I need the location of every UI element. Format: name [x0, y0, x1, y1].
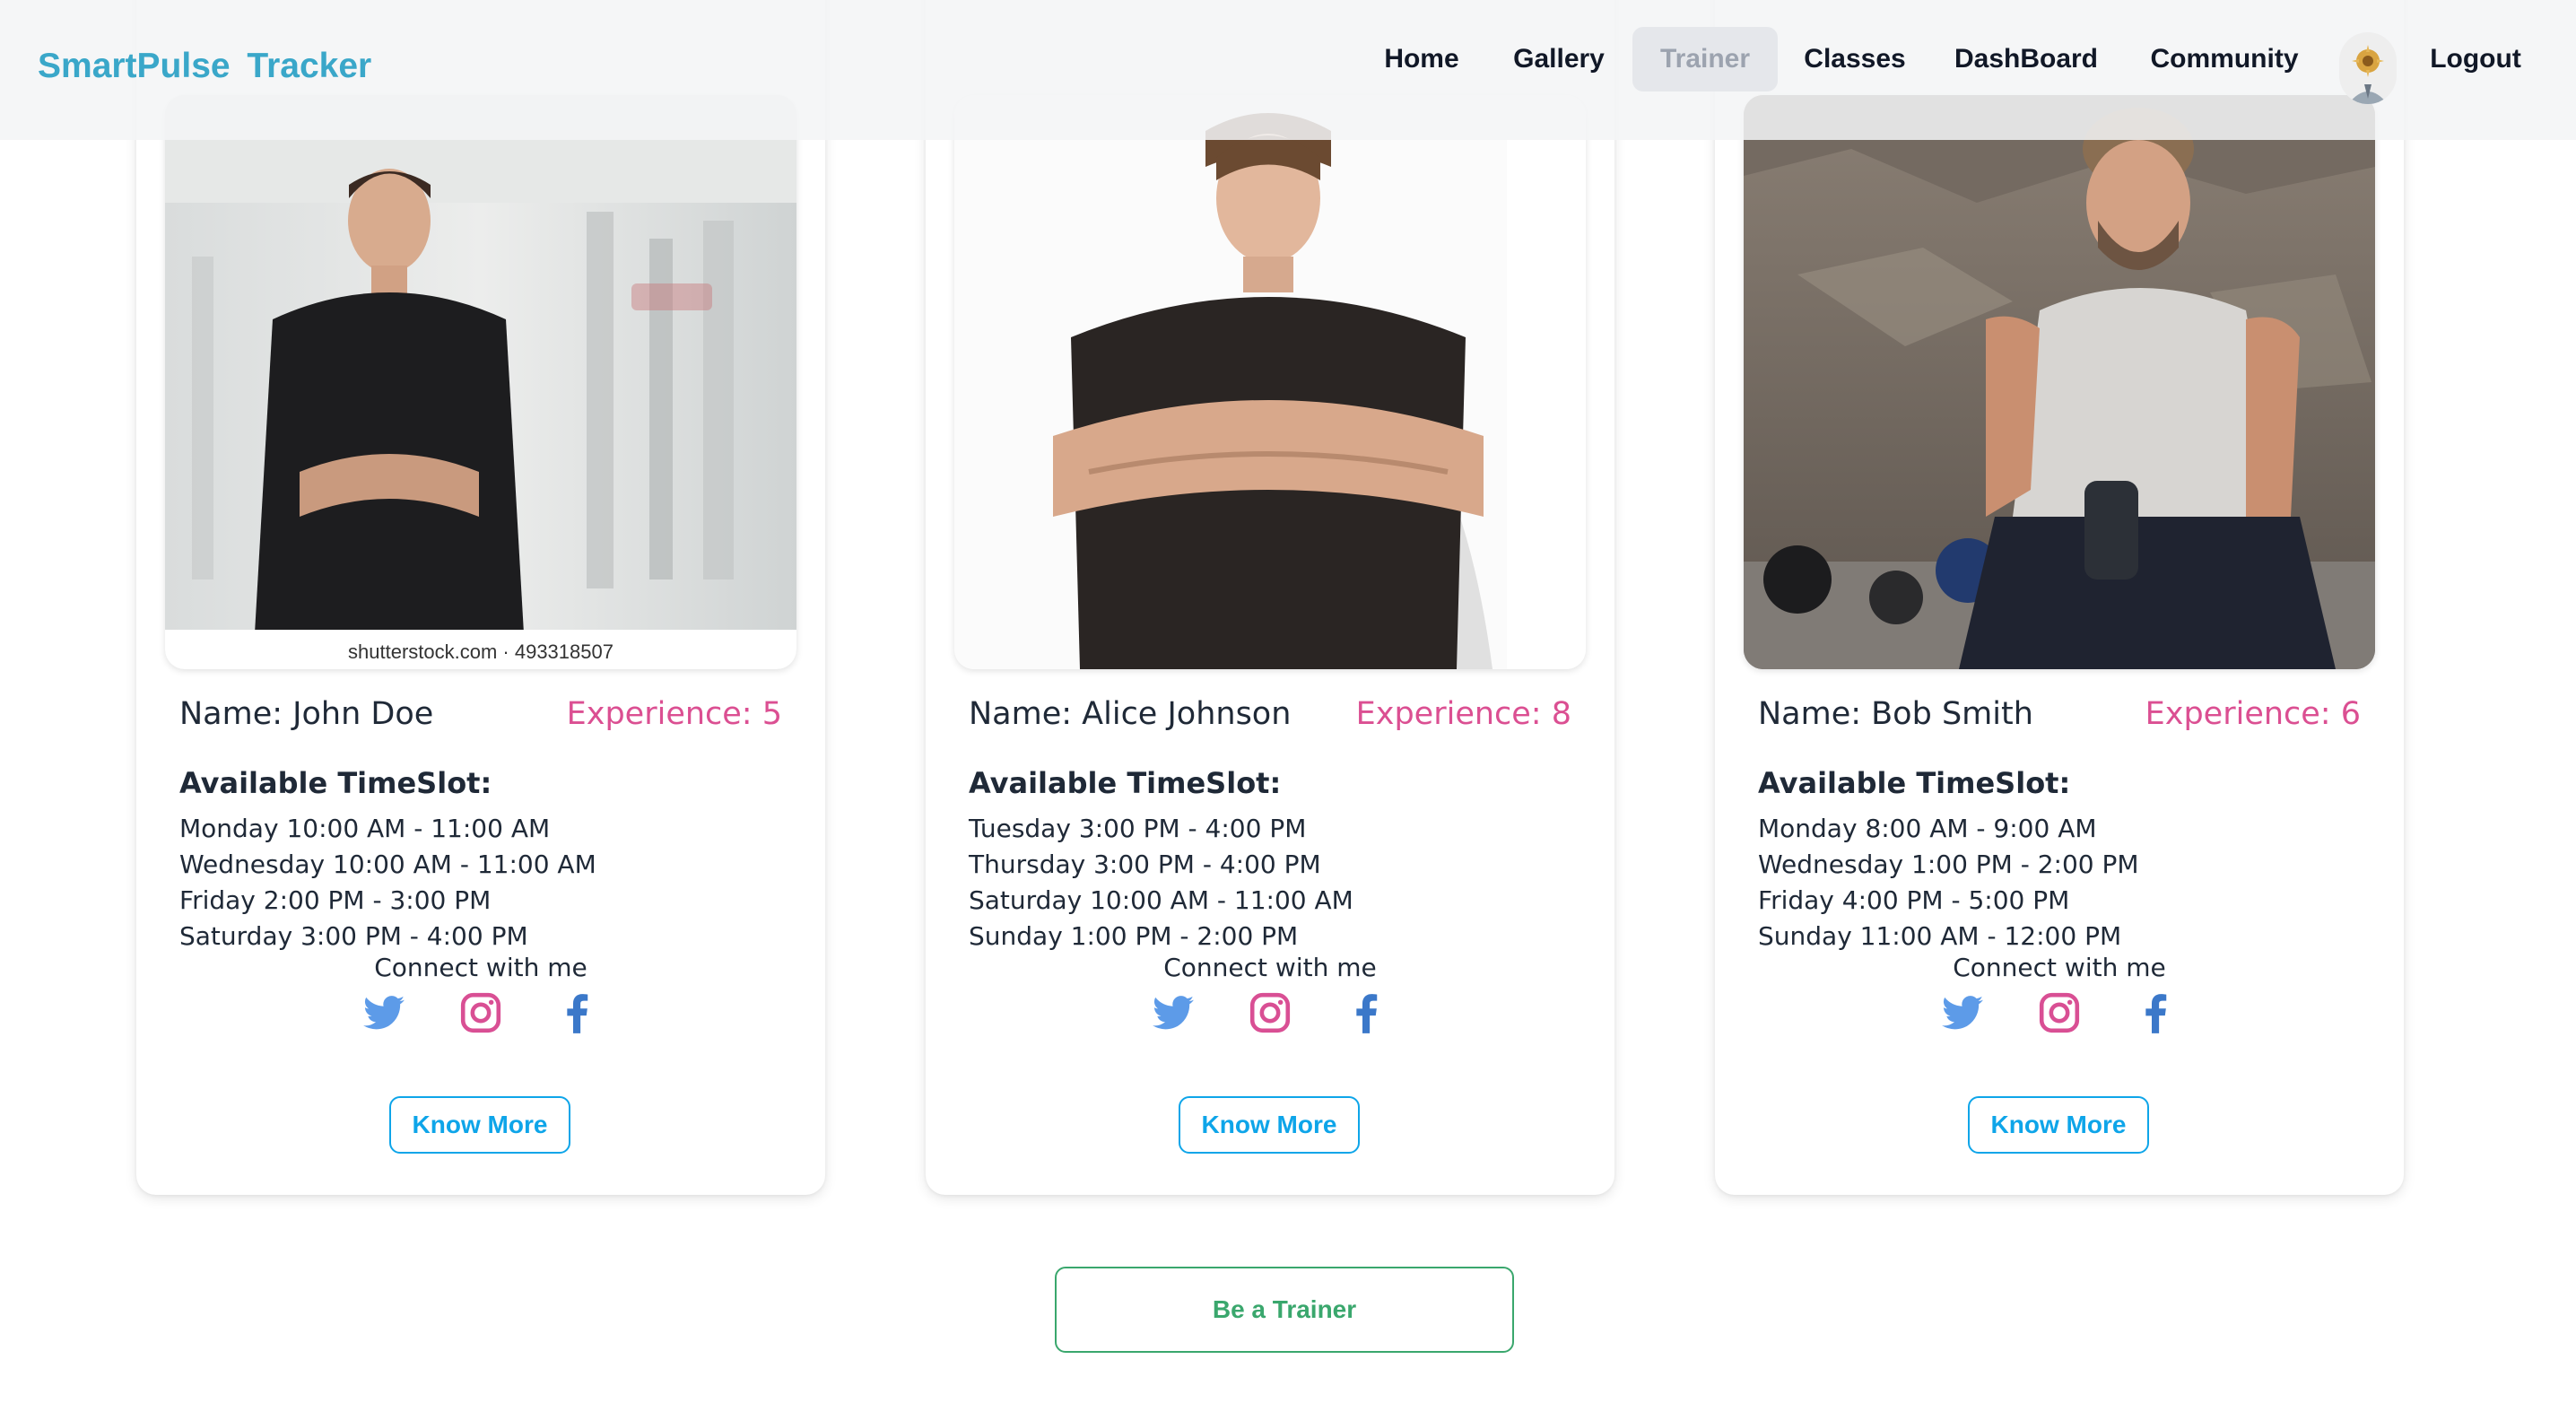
trainer-experience: Experience: 6	[2145, 696, 2361, 732]
timeslot-item: Wednesday 1:00 PM - 2:00 PM	[1758, 850, 2139, 879]
know-more-button[interactable]: Know More	[1179, 1096, 1360, 1154]
know-more-button[interactable]: Know More	[1968, 1096, 2149, 1154]
timeslot-item: Monday 8:00 AM - 9:00 AM	[1758, 814, 2097, 843]
instagram-icon[interactable]	[1248, 990, 1292, 1035]
trainer-photo: shutterstock.com · 493318507	[165, 95, 796, 669]
nav-community[interactable]: Community	[2145, 27, 2303, 92]
trainer-name: Name: Alice Johnson	[969, 696, 1292, 732]
timeslot-item: Saturday 3:00 PM - 4:00 PM	[179, 921, 528, 951]
social-links	[1715, 990, 2404, 1035]
know-more-button[interactable]: Know More	[389, 1096, 570, 1154]
trainer-card: shutterstock.com · 493318507 Name: John …	[136, 0, 825, 1195]
user-avatar[interactable]	[2339, 32, 2397, 104]
nav-dashboard[interactable]: DashBoard	[1952, 27, 2101, 92]
facebook-icon[interactable]	[2134, 990, 2179, 1035]
timeslot-list: Tuesday 3:00 PM - 4:00 PM Thursday 3:00 …	[969, 811, 1353, 954]
timeslot-item: Friday 4:00 PM - 5:00 PM	[1758, 885, 2070, 915]
timeslot-list: Monday 10:00 AM - 11:00 AM Wednesday 10:…	[179, 811, 596, 954]
trainer-card: Name: Alice Johnson Experience: 8 Availa…	[926, 0, 1614, 1195]
twitter-icon[interactable]	[361, 990, 406, 1035]
nav-logout[interactable]: Logout	[2425, 27, 2526, 92]
nav-classes[interactable]: Classes	[1799, 27, 1910, 92]
connect-label: Connect with me	[374, 953, 587, 982]
timeslot-item: Saturday 10:00 AM - 11:00 AM	[969, 885, 1353, 915]
facebook-icon[interactable]	[555, 990, 600, 1035]
timeslot-list: Monday 8:00 AM - 9:00 AM Wednesday 1:00 …	[1758, 811, 2139, 954]
timeslot-item: Friday 2:00 PM - 3:00 PM	[179, 885, 492, 915]
timeslot-item: Wednesday 10:00 AM - 11:00 AM	[179, 850, 596, 879]
trainer-header-row: Name: Alice Johnson Experience: 8	[969, 696, 1571, 732]
timeslot-item: Monday 10:00 AM - 11:00 AM	[179, 814, 551, 843]
trainer-card: Name: Bob Smith Experience: 6 Available …	[1715, 0, 2404, 1195]
instagram-icon[interactable]	[458, 990, 503, 1035]
nav-home[interactable]: Home	[1376, 27, 1467, 92]
timeslot-title: Available TimeSlot:	[179, 766, 492, 800]
nav-gallery[interactable]: Gallery	[1507, 27, 1611, 92]
twitter-icon[interactable]	[1151, 990, 1196, 1035]
nav-menu: Home Gallery Trainer Classes DashBoard C…	[0, 0, 2576, 140]
trainer-experience: Experience: 8	[1355, 696, 1571, 732]
trainer-name: Name: John Doe	[179, 696, 434, 732]
facebook-icon[interactable]	[1345, 990, 1389, 1035]
social-links	[136, 990, 825, 1035]
trainer-photo	[954, 95, 1586, 669]
trainer-photo	[1744, 95, 2375, 669]
timeslot-title: Available TimeSlot:	[1758, 766, 2071, 800]
connect-label: Connect with me	[1953, 953, 2166, 982]
timeslot-item: Sunday 11:00 AM - 12:00 PM	[1758, 921, 2122, 951]
trainer-cards: shutterstock.com · 493318507 Name: John …	[0, 0, 2576, 1202]
social-links	[926, 990, 1614, 1035]
nav-trainer[interactable]: Trainer	[1632, 27, 1778, 92]
twitter-icon[interactable]	[1940, 990, 1985, 1035]
top-navbar: SmartPulse Tracker Home Gallery Trainer …	[0, 0, 2576, 140]
timeslot-title: Available TimeSlot:	[969, 766, 1282, 800]
svg-text:shutterstock.com · 493318507: shutterstock.com · 493318507	[348, 640, 614, 663]
timeslot-item: Sunday 1:00 PM - 2:00 PM	[969, 921, 1299, 951]
trainer-name: Name: Bob Smith	[1758, 696, 2033, 732]
trainer-header-row: Name: John Doe Experience: 5	[179, 696, 782, 732]
timeslot-item: Tuesday 3:00 PM - 4:00 PM	[969, 814, 1307, 843]
be-a-trainer-button[interactable]: Be a Trainer	[1055, 1267, 1514, 1353]
instagram-icon[interactable]	[2037, 990, 2082, 1035]
trainer-header-row: Name: Bob Smith Experience: 6	[1758, 696, 2361, 732]
connect-label: Connect with me	[1163, 953, 1377, 982]
trainer-experience: Experience: 5	[566, 696, 782, 732]
timeslot-item: Thursday 3:00 PM - 4:00 PM	[969, 850, 1321, 879]
